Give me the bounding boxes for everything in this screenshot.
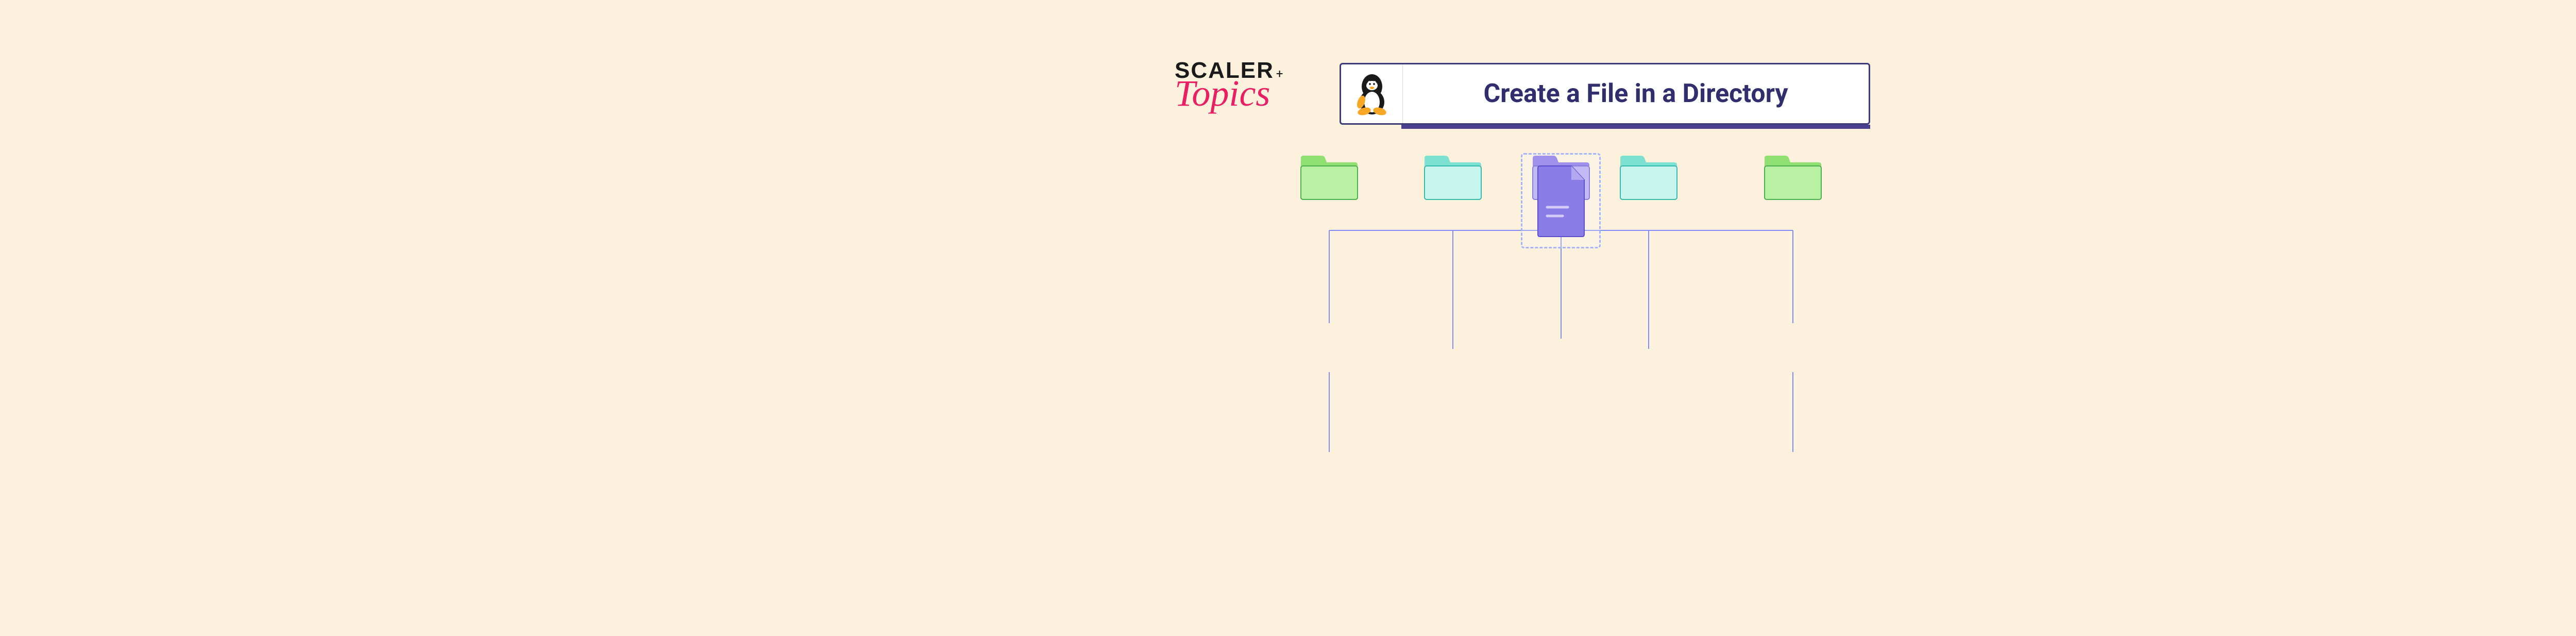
page-title: Create a File in a Directory [1403, 79, 1869, 109]
folder-green-icon [1298, 153, 1360, 202]
logo-text-topics: Topics [1175, 80, 1283, 106]
new-file-highlight-box [1521, 153, 1601, 248]
directory-tree-diagram [1278, 153, 1844, 565]
scaler-topics-logo: SCALER+ Topics [1175, 58, 1283, 106]
folder-cyan-icon [1618, 153, 1680, 202]
title-underline [1401, 125, 1870, 129]
title-bar: Create a File in a Directory [1340, 63, 1870, 125]
folder-cyan-icon [1422, 153, 1484, 202]
tux-linux-icon [1341, 64, 1403, 123]
folder-green-icon [1762, 153, 1824, 202]
plus-icon: + [1276, 66, 1283, 81]
file-icon [1533, 163, 1589, 238]
